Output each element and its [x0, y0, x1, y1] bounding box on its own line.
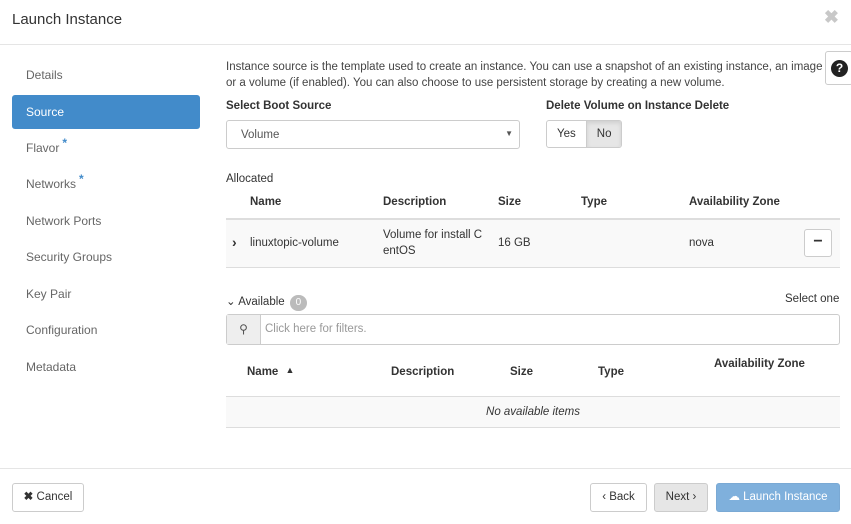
nav-item-flavor[interactable]: Flavor *	[12, 130, 200, 167]
nav-item-label: Networks	[26, 177, 77, 191]
delete-volume-yes[interactable]: Yes	[547, 121, 586, 147]
nav-item-label: Security Groups	[26, 250, 113, 264]
next-label: Next	[665, 491, 690, 503]
caret-down-icon: ▼	[505, 129, 513, 138]
nav-item-metadata[interactable]: Metadata	[12, 349, 200, 386]
search-icon[interactable]: ⚲	[227, 315, 261, 344]
available-header-type[interactable]: Type	[598, 366, 624, 378]
launch-label: Launch Instance	[743, 491, 828, 503]
allocated-header-type: Type	[581, 196, 607, 208]
modal-header: Launch Instance ✖	[0, 0, 851, 45]
chevron-right-icon: ›	[692, 491, 697, 503]
nav-item-details[interactable]: Details	[12, 57, 200, 94]
chevron-down-icon: ⌄	[226, 296, 236, 308]
allocated-description: Volume for install C entOS	[383, 227, 482, 259]
nav-item-label: Source	[26, 104, 65, 119]
allocated-header-description: Description	[383, 196, 447, 208]
next-button[interactable]: Next ›	[654, 483, 708, 512]
required-marker: *	[62, 135, 68, 150]
source-panel: Instance source is the template used to …	[226, 45, 840, 468]
nav-item-source[interactable]: Source	[12, 94, 200, 129]
nav-item-label: Network Ports	[26, 213, 102, 228]
help-text-line: Instance source is the template used to …	[226, 61, 823, 73]
delete-volume-toggle: Yes No	[546, 120, 623, 148]
row-divider	[226, 267, 840, 268]
cloud-upload-icon: ☁	[728, 491, 740, 503]
nav-item-security-groups[interactable]: Security Groups	[12, 239, 200, 276]
nav-item-configuration[interactable]: Configuration	[12, 312, 200, 349]
available-header-description[interactable]: Description	[391, 366, 454, 378]
available-toggle[interactable]: ⌄ Available 0	[226, 294, 307, 311]
available-header-name[interactable]: Name ▲	[247, 365, 295, 378]
available-header-size[interactable]: Size	[510, 366, 533, 378]
boot-source-value: Volume	[241, 129, 280, 141]
chevron-right-icon[interactable]: ›	[232, 234, 237, 250]
minus-icon: −	[813, 233, 823, 250]
empty-table-message: No available items	[226, 397, 840, 428]
filter-bar[interactable]: ⚲ Click here for filters.	[226, 314, 840, 345]
required-marker: *	[79, 172, 84, 186]
nav-item-networks[interactable]: Networks *	[12, 166, 200, 203]
wizard-nav: Details Source Flavor * Networks * Network…	[12, 57, 200, 385]
allocated-label: Allocated	[226, 173, 274, 185]
help-text: Instance source is the template used to …	[226, 59, 840, 91]
close-icon: ✖	[23, 491, 34, 503]
boot-source-select[interactable]: Volume ▼	[226, 120, 520, 149]
allocated-header-name: Name	[250, 196, 282, 208]
back-button[interactable]: ‹ Back	[590, 483, 647, 512]
description-line: entOS	[383, 245, 416, 257]
nav-item-label: Configuration	[26, 323, 98, 337]
available-count-badge: 0	[289, 295, 307, 311]
allocated-header-zone: Availability Zone	[689, 196, 780, 208]
available-header-name-label: Name	[247, 366, 279, 378]
help-text-line: or a volume (if enabled). You can also c…	[226, 77, 725, 89]
modal-footer: ✖ Cancel ‹ Back Next › ☁ Launch Instance	[0, 468, 851, 524]
cancel-label: Cancel	[36, 491, 73, 503]
cancel-button[interactable]: ✖ Cancel	[12, 483, 84, 512]
allocated-name: linuxtopic-volume	[250, 237, 339, 249]
delete-volume-label: Delete Volume on Instance Delete	[546, 100, 730, 112]
close-icon[interactable]: ✖	[824, 7, 839, 28]
nav-item-network-ports[interactable]: Network Ports	[12, 203, 200, 240]
boot-source-label: Select Boot Source	[226, 100, 332, 112]
nav-item-label: Key Pair	[26, 286, 72, 301]
available-header-zone[interactable]: Availability Zone	[714, 358, 805, 370]
launch-instance-button[interactable]: ☁ Launch Instance	[716, 483, 840, 512]
modal-title: Launch Instance	[12, 11, 123, 28]
allocated-size: 16 GB	[498, 237, 531, 249]
chevron-left-icon: ‹	[602, 491, 607, 503]
sort-asc-icon: ▲	[285, 365, 295, 375]
deallocate-button[interactable]: −	[804, 229, 832, 257]
back-label: Back	[609, 491, 635, 503]
nav-item-label: Flavor	[26, 140, 60, 155]
description-line: Volume for install C	[383, 229, 483, 241]
allocated-zone: nova	[689, 237, 714, 249]
select-one-hint: Select one	[785, 293, 840, 305]
filter-input[interactable]: Click here for filters.	[265, 323, 367, 335]
nav-item-label: Details	[26, 68, 63, 82]
nav-item-key-pair[interactable]: Key Pair	[12, 276, 200, 313]
delete-volume-no[interactable]: No	[585, 121, 622, 147]
allocated-header-size: Size	[498, 196, 522, 208]
available-label: Available	[238, 296, 285, 308]
nav-item-label: Metadata	[26, 359, 77, 374]
